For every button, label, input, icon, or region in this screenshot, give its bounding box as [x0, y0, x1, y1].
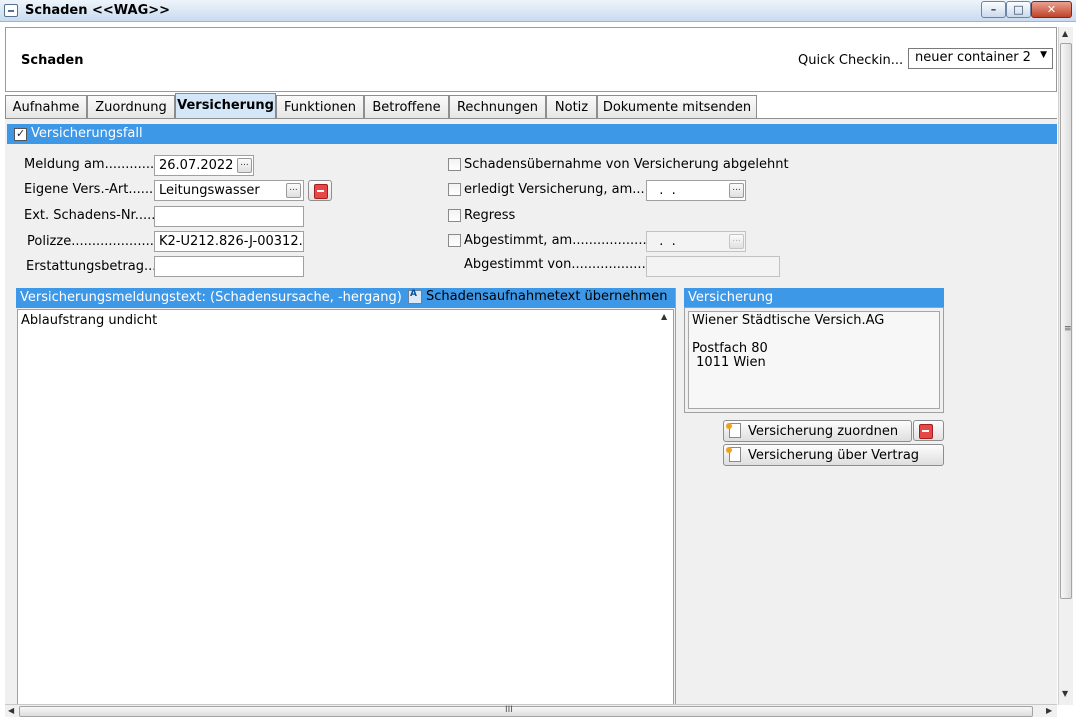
maximize-button[interactable]: □ — [1006, 1, 1031, 18]
tab-notiz[interactable]: Notiz — [546, 95, 597, 118]
regress-checkbox[interactable] — [448, 209, 461, 222]
meldungstext-textarea[interactable]: Ablaufstrang undicht — [17, 309, 658, 705]
vers-art-field[interactable]: Leitungswasser — [154, 180, 304, 201]
scroll-up-icon[interactable]: ▲ — [661, 312, 667, 321]
minimize-button[interactable]: – — [981, 1, 1006, 18]
abgestimmt-von-field — [646, 256, 780, 277]
close-icon: ✕ — [1046, 3, 1057, 16]
tab-zuordnung[interactable]: Zuordnung — [87, 95, 175, 118]
scroll-left-icon[interactable]: ◀ — [8, 706, 14, 715]
page-title: Schaden — [21, 53, 84, 68]
maximize-icon: □ — [1013, 3, 1024, 16]
close-button[interactable]: ✕ — [1031, 1, 1072, 18]
versicherung-header: Versicherung — [684, 288, 944, 307]
system-menu-icon[interactable] — [4, 4, 18, 17]
versicherung-panel: Wiener Städtische Versich.AG Postfach 80… — [684, 307, 944, 413]
meldungstext-header: Versicherungsmeldungstext: (Schadensursa… — [16, 288, 675, 308]
polizze-value: K2-U212.826-J-00312.0 — [159, 234, 304, 249]
polizze-label: Polizze...................... — [27, 234, 163, 249]
abgestimmt-von-label: Abgestimmt von..................... — [464, 257, 659, 272]
tab-aufnahme[interactable]: Aufnahme — [5, 95, 87, 118]
versicherung-remove-button[interactable] — [913, 420, 944, 441]
versicherung-address: Wiener Städtische Versich.AG Postfach 80… — [688, 311, 940, 409]
scroll-thumb[interactable]: III — [19, 705, 1033, 717]
scroll-down-icon[interactable]: ▼ — [1062, 689, 1068, 698]
horizontal-scrollbar[interactable]: ◀ III ▶ — [5, 704, 1057, 717]
ext-schadens-nr-label: Ext. Schadens-Nr..... — [24, 208, 156, 223]
quick-checkin-value: neuer container 2 — [915, 50, 1031, 65]
versicherung-ueber-vertrag-button[interactable]: Versicherung über Vertrag — [723, 444, 944, 466]
section-title: Versicherungsfall — [31, 126, 143, 141]
regress-label: Regress — [464, 208, 516, 223]
versicherung-zuordnen-button[interactable]: Versicherung zuordnen — [723, 420, 912, 442]
quick-checkin-label: Quick Checkin... — [798, 53, 904, 68]
versicherungsfall-checkbox[interactable] — [14, 127, 27, 141]
meldung-date-value: 26.07.2022 — [159, 158, 234, 173]
quick-checkin-select[interactable]: neuer container 2 ▼ — [908, 48, 1053, 69]
scroll-right-icon[interactable]: ▶ — [1046, 706, 1052, 715]
address-line: 1011 Wien — [692, 355, 766, 370]
abgestimmt-date-picker-button: ... — [729, 234, 744, 249]
erledigt-label: erledigt Versicherung, am...... — [464, 182, 658, 197]
vers-art-remove-button[interactable] — [308, 180, 332, 201]
window-title: Schaden <<WAG>> — [25, 3, 171, 18]
column-divider — [675, 288, 676, 705]
scroll-thumb[interactable]: ≡ — [1060, 43, 1072, 599]
grip-icon: ≡ — [1064, 324, 1072, 334]
document-icon — [726, 423, 741, 438]
textarea-scrollbar[interactable]: ▲ — [657, 309, 674, 705]
erledigt-checkbox[interactable] — [448, 183, 461, 196]
meldung-date-picker-button[interactable]: ... — [237, 158, 252, 173]
erstattungsbetrag-field[interactable] — [154, 256, 304, 277]
abgelehnt-checkbox[interactable] — [448, 158, 461, 171]
erstattungsbetrag-label: Erstattungsbetrag... — [26, 259, 157, 274]
tab-funktionen[interactable]: Funktionen — [276, 95, 364, 118]
chevron-down-icon: ▼ — [1040, 50, 1047, 60]
scroll-up-icon[interactable]: ▲ — [1062, 29, 1068, 38]
vers-art-lookup-button[interactable]: ... — [286, 183, 301, 198]
address-line: Postfach 80 — [692, 341, 768, 356]
header-panel: Schaden Quick Checkin... neuer container… — [5, 27, 1057, 92]
tab-rechnungen[interactable]: Rechnungen — [449, 95, 546, 118]
meldungstext-title: Versicherungsmeldungstext: (Schadensursa… — [20, 290, 402, 305]
tab-dokumente-mitsenden[interactable]: Dokumente mitsenden — [597, 95, 757, 118]
address-line — [692, 328, 936, 342]
address-line: Wiener Städtische Versich.AG — [692, 313, 885, 328]
polizze-field[interactable]: K2-U212.826-J-00312.0 — [154, 231, 304, 252]
ext-schadens-nr-field[interactable] — [154, 206, 304, 227]
minimize-icon: – — [990, 3, 997, 16]
vers-art-value: Leitungswasser — [159, 183, 260, 198]
vers-art-label: Eigene Vers.-Art....... — [24, 182, 158, 197]
meldung-label: Meldung am............. — [24, 157, 159, 172]
tab-versicherung[interactable]: Versicherung — [175, 93, 276, 118]
title-bar: Schaden <<WAG>> – □ ✕ — [0, 0, 1076, 22]
abgestimmt-label: Abgestimmt, am..................... — [464, 233, 659, 248]
schadensaufnahmetext-uebernehmen-button[interactable]: Schadensaufnahmetext übernehmen — [408, 289, 668, 307]
copy-text-icon — [408, 289, 422, 304]
vertical-scrollbar[interactable]: ▲ ≡ ▼ — [1058, 27, 1073, 705]
document-icon — [726, 447, 741, 462]
section-versicherungsfall: Versicherungsfall — [7, 124, 1057, 144]
tab-betroffene[interactable]: Betroffene — [364, 95, 449, 118]
erledigt-date-picker-button[interactable]: ... — [729, 183, 744, 198]
abgestimmt-checkbox[interactable] — [448, 234, 461, 247]
grip-icon: III — [505, 705, 513, 715]
abgelehnt-label: Schadensübernahme von Versicherung abgel… — [464, 157, 789, 172]
